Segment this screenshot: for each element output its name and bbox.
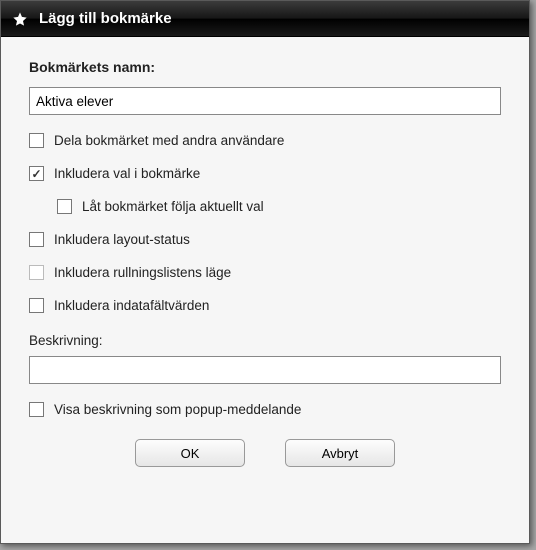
button-row: OK Avbryt	[29, 439, 501, 467]
name-label: Bokmärkets namn:	[29, 59, 501, 75]
popup-label: Visa beskrivning som popup-meddelande	[54, 402, 301, 417]
include-selection-row: Inkludera val i bokmärke	[29, 166, 501, 181]
include-scroll-label: Inkludera rullningslistens läge	[54, 265, 231, 280]
include-layout-checkbox[interactable]	[29, 232, 44, 247]
include-selection-checkbox[interactable]	[29, 166, 44, 181]
popup-row: Visa beskrivning som popup-meddelande	[29, 402, 501, 417]
dialog-title: Lägg till bokmärke	[39, 10, 172, 27]
include-layout-row: Inkludera layout-status	[29, 232, 501, 247]
description-label: Beskrivning:	[29, 333, 501, 348]
include-layout-label: Inkludera layout-status	[54, 232, 190, 247]
name-input-wrapper	[29, 87, 501, 115]
follow-selection-label: Låt bokmärket följa aktuellt val	[82, 199, 264, 214]
cancel-button[interactable]: Avbryt	[285, 439, 395, 467]
include-input-row: Inkludera indatafältvärden	[29, 298, 501, 313]
share-label: Dela bokmärket med andra användare	[54, 133, 284, 148]
share-row: Dela bokmärket med andra användare	[29, 133, 501, 148]
include-scroll-row: Inkludera rullningslistens läge	[29, 265, 501, 280]
ok-button[interactable]: OK	[135, 439, 245, 467]
include-selection-label: Inkludera val i bokmärke	[54, 166, 200, 181]
follow-selection-row: Låt bokmärket följa aktuellt val	[57, 199, 501, 214]
include-input-label: Inkludera indatafältvärden	[54, 298, 209, 313]
share-checkbox[interactable]	[29, 133, 44, 148]
popup-checkbox[interactable]	[29, 402, 44, 417]
name-input[interactable]	[29, 87, 501, 115]
star-icon	[11, 10, 29, 28]
include-input-checkbox[interactable]	[29, 298, 44, 313]
description-input[interactable]	[29, 356, 501, 384]
dialog-titlebar: Lägg till bokmärke	[1, 1, 529, 37]
include-scroll-checkbox[interactable]	[29, 265, 44, 280]
follow-selection-checkbox[interactable]	[57, 199, 72, 214]
description-block: Beskrivning:	[29, 333, 501, 384]
dialog-body: Bokmärkets namn: Dela bokmärket med andr…	[1, 37, 529, 543]
add-bookmark-dialog: Lägg till bokmärke Bokmärkets namn: Dela…	[0, 0, 530, 544]
